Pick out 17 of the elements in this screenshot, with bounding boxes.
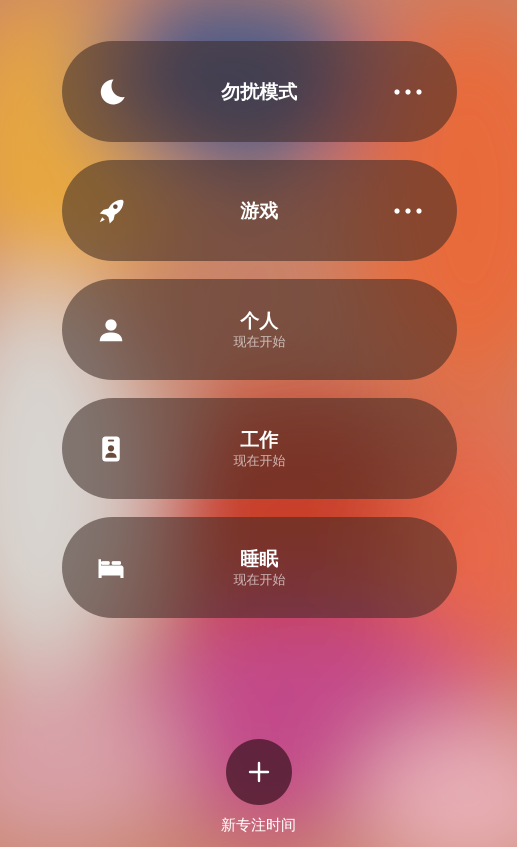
focus-mode-button[interactable]: 睡眠 现在开始 [62, 517, 457, 618]
mode-label: 个人 [240, 308, 278, 332]
mode-label: 工作 [240, 428, 278, 452]
more-icon[interactable] [394, 208, 422, 214]
focus-mode-button[interactable]: 个人 现在开始 [62, 279, 457, 380]
focus-mode-button[interactable]: 勿扰模式 [62, 41, 457, 142]
mode-status: 现在开始 [234, 572, 286, 588]
mode-status: 现在开始 [234, 334, 286, 350]
mode-status: 现在开始 [234, 454, 286, 470]
mode-label: 勿扰模式 [222, 80, 298, 104]
more-icon[interactable] [394, 88, 422, 94]
mode-label: 睡眠 [240, 546, 278, 570]
focus-mode-button[interactable]: 游戏 [62, 160, 457, 261]
mode-label: 游戏 [240, 198, 278, 222]
focus-mode-button[interactable]: 工作 现在开始 [62, 398, 457, 499]
add-label: 新专注时间 [221, 815, 296, 835]
plus-icon [246, 760, 270, 784]
